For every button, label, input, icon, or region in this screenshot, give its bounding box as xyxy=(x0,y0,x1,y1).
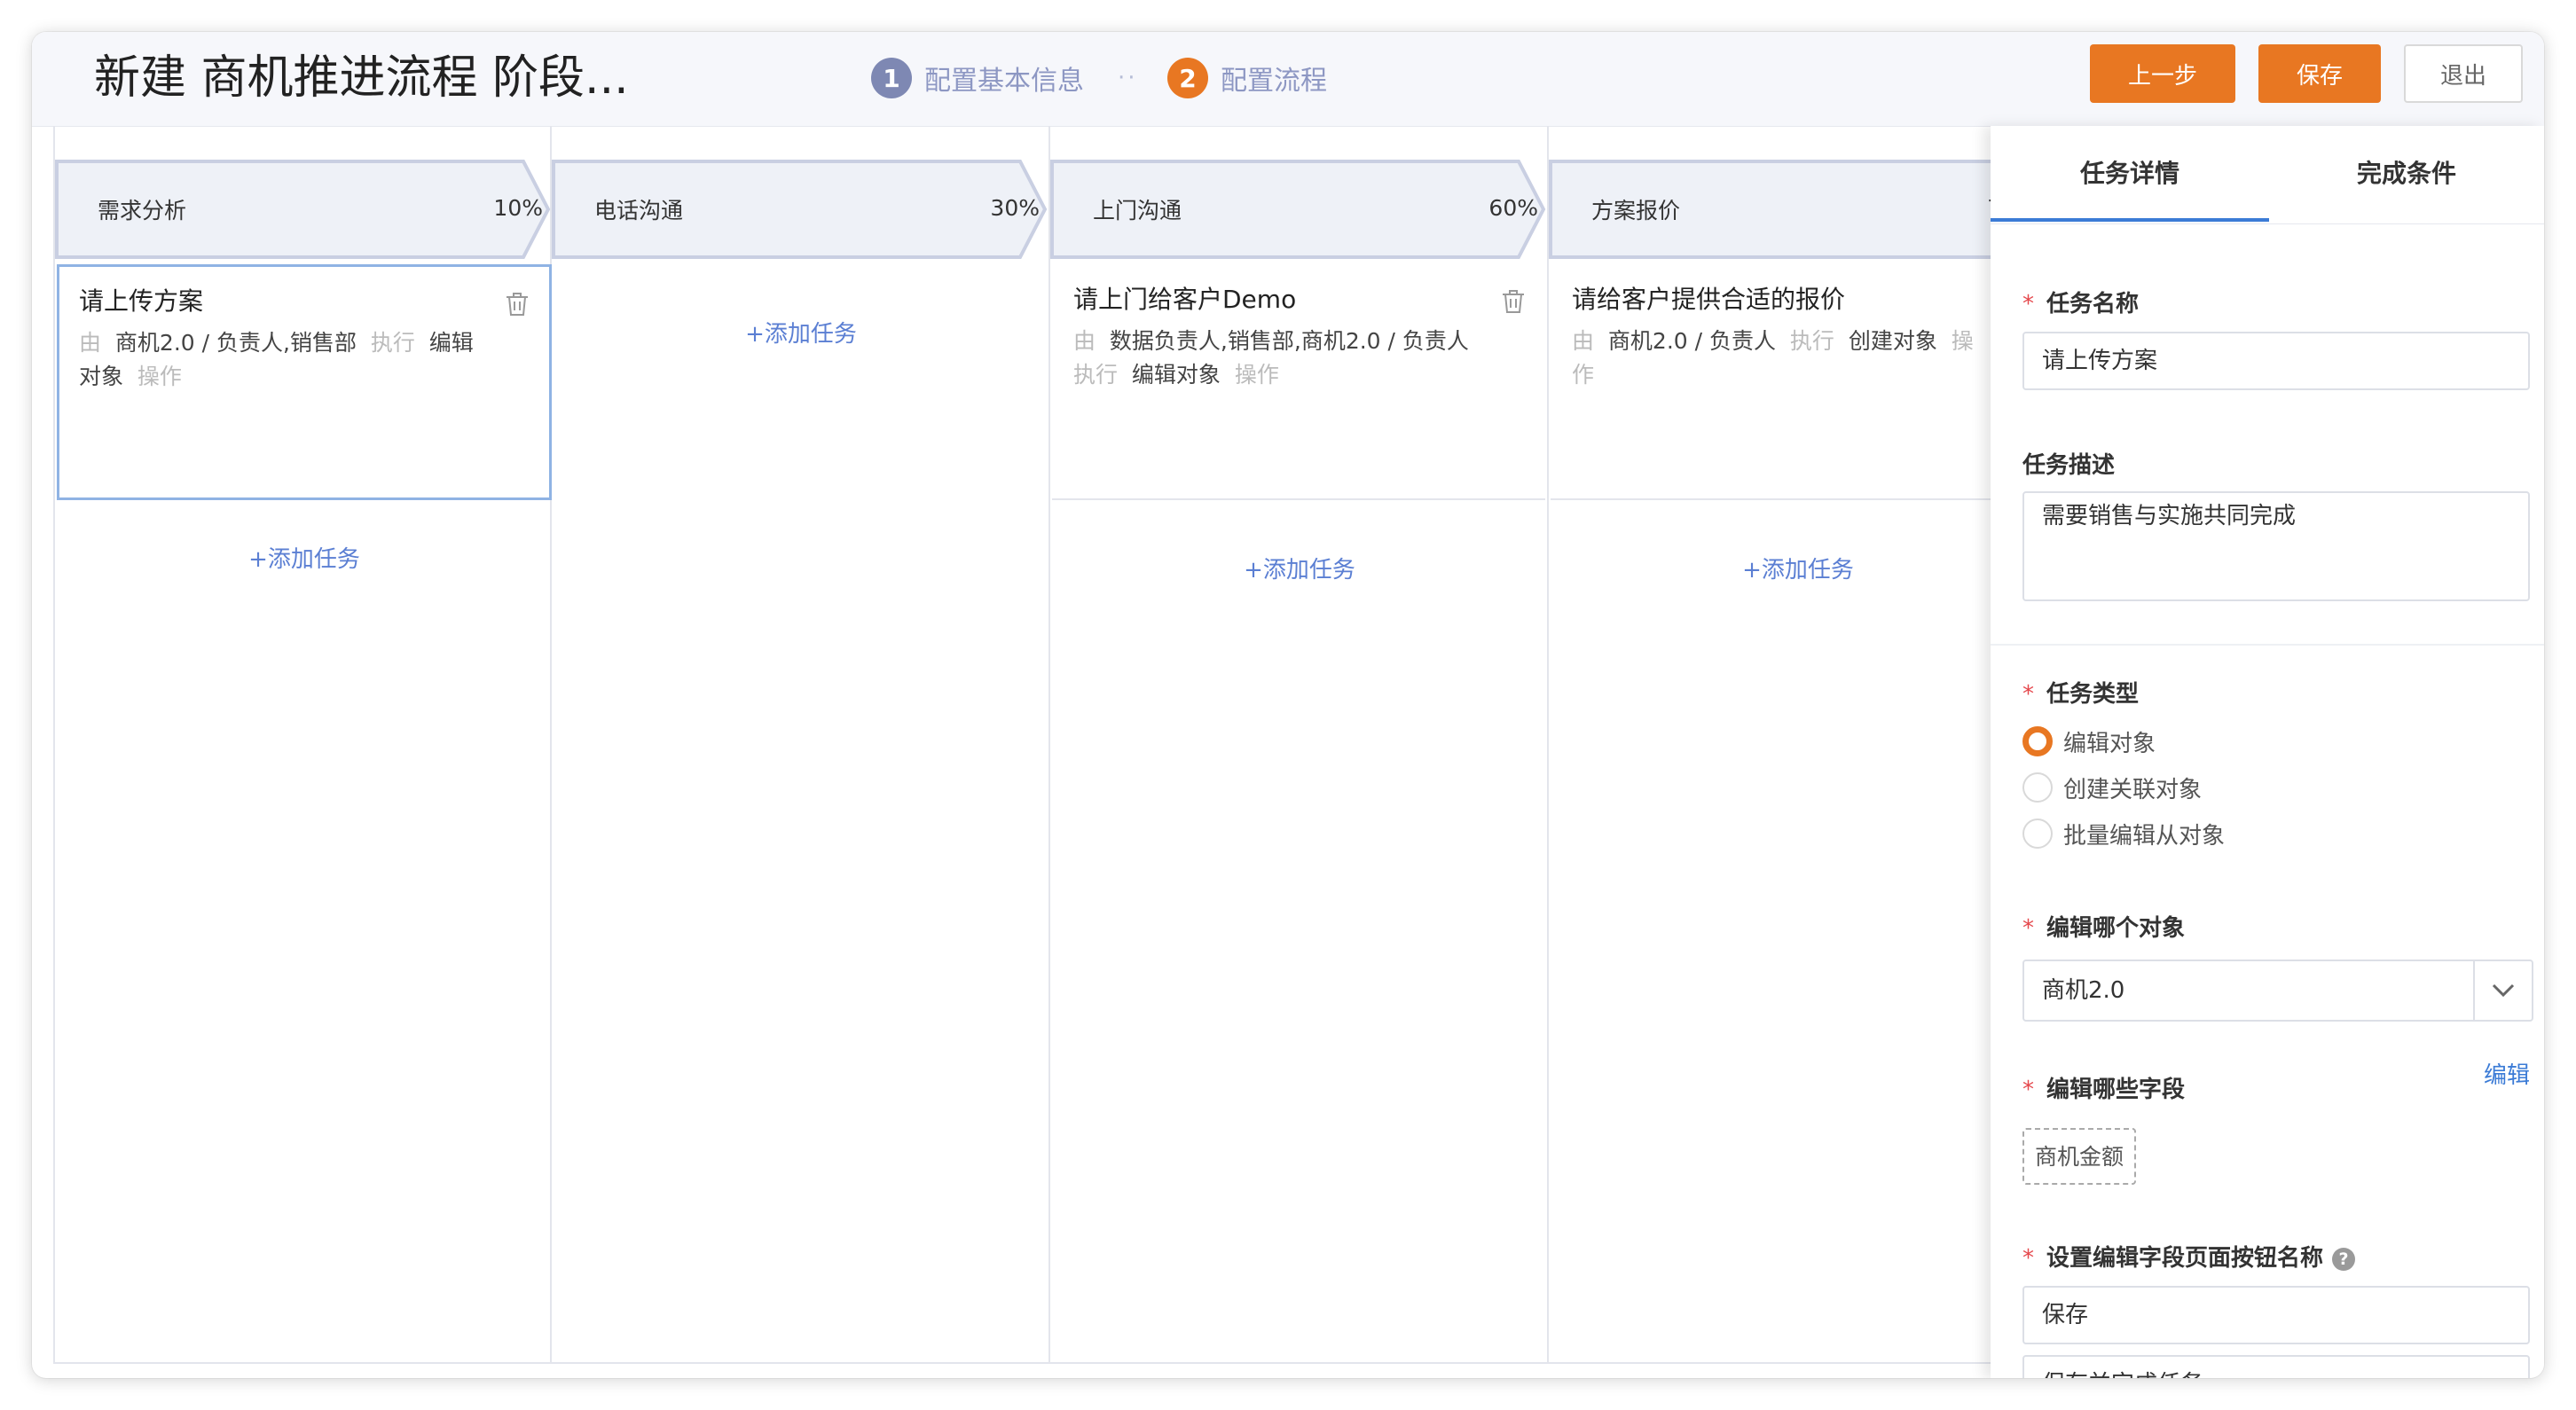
stage-header[interactable]: 需求分析 10% xyxy=(55,160,569,259)
step-number-badge: 1 xyxy=(871,58,912,98)
step-separator: ·· xyxy=(1118,65,1138,91)
stage-name: 方案报价 xyxy=(1591,198,1681,223)
stage-name: 需求分析 xyxy=(98,198,187,223)
task-name-label: * 任务名称 xyxy=(2022,286,2139,318)
exit-button[interactable]: 退出 xyxy=(2404,44,2523,103)
field-tag[interactable]: 商机金额 xyxy=(2022,1128,2137,1185)
task-meta: 由 商机2.0 / 负责人 执行 创建对象 操作 xyxy=(1572,325,1987,392)
stage-header[interactable]: 方案报价 70% xyxy=(1549,160,2063,259)
select-value: 商机2.0 xyxy=(2042,977,2125,1004)
add-task-button[interactable]: +添加任务 xyxy=(552,316,1050,349)
radio-edit-object[interactable]: 编辑对象 xyxy=(2022,724,2156,759)
button-names-label: * 设置编辑字段页面按钮名称? xyxy=(2022,1240,2356,1273)
edit-fields-label: * 编辑哪些字段 xyxy=(2022,1071,2185,1104)
task-assignees: 商机2.0 / 负责人 xyxy=(1607,328,1776,354)
task-meta: 由 数据负责人,销售部,商机2.0 / 负责人 执行 编辑对象 操作 xyxy=(1073,325,1488,392)
stage-percent: 60% xyxy=(1488,195,1538,221)
step-config-flow[interactable]: 2 配置流程 xyxy=(1167,53,1327,103)
stage-board: 需求分析 10% 请上传方案 由 商机2.0 / 负责人,销售部 执行 编辑对象… xyxy=(53,126,2045,1364)
radio-label: 批量编辑从对象 xyxy=(2063,822,2226,850)
stage-percent: 10% xyxy=(493,195,543,221)
task-title: 请给客户提供合适的报价 xyxy=(1572,285,1846,314)
header-bar: 新建 商机推进流程 阶段... 1 配置基本信息 ·· 2 配置流程 上一步 保… xyxy=(32,32,2544,127)
required-mark: * xyxy=(2022,1077,2034,1103)
by-label: 由 xyxy=(1073,328,1096,354)
required-mark: * xyxy=(2022,1245,2034,1272)
by-label: 由 xyxy=(1572,328,1595,354)
task-title: 请上传方案 xyxy=(79,286,204,316)
add-task-button[interactable]: +添加任务 xyxy=(1050,552,1549,584)
required-mark: * xyxy=(2022,681,2034,708)
op-label: 操作 xyxy=(1234,362,1279,388)
label-text: 任务类型 xyxy=(2046,681,2140,708)
task-type-label: * 任务类型 xyxy=(2022,676,2139,709)
required-mark: * xyxy=(2022,915,2034,942)
radio-checked-icon xyxy=(2022,726,2053,756)
by-label: 由 xyxy=(79,330,102,356)
stage-header[interactable]: 电话沟通 30% xyxy=(552,160,1066,259)
task-meta: 由 商机2.0 / 负责人,销售部 执行 编辑对象 操作 xyxy=(79,326,494,394)
button-name-input-save-complete[interactable]: 保存并完成任务 xyxy=(2022,1355,2530,1378)
task-action: 编辑对象 xyxy=(1131,362,1221,388)
stage-name: 电话沟通 xyxy=(594,198,684,223)
task-desc-textarea[interactable]: 需要销售与实施共同完成 xyxy=(2022,491,2530,601)
board-bottom-border xyxy=(53,1362,2022,1364)
task-card[interactable]: 请上传方案 由 商机2.0 / 负责人,销售部 执行 编辑对象 操作 xyxy=(57,264,552,500)
section-divider xyxy=(1991,644,2544,646)
task-detail-panel: 任务详情 完成条件 * 任务名称 请上传方案 任务描述 需要销售与实施共同完成 *… xyxy=(1991,126,2544,1378)
label-text: 任务名称 xyxy=(2046,291,2140,317)
radio-create-related-object[interactable]: 创建关联对象 xyxy=(2022,770,2202,805)
help-icon[interactable]: ? xyxy=(2332,1247,2356,1271)
task-assignees: 数据负责人,销售部,商机2.0 / 负责人 xyxy=(1109,328,1469,354)
button-name-input-save[interactable]: 保存 xyxy=(2022,1286,2530,1344)
task-action: 创建对象 xyxy=(1848,328,1937,354)
stage-percent: 30% xyxy=(990,195,1040,221)
stage-name: 上门沟通 xyxy=(1093,198,1182,223)
radio-label: 创建关联对象 xyxy=(2063,776,2203,803)
stage-column: 电话沟通 30% +添加任务 xyxy=(552,126,1050,1364)
exec-label: 执行 xyxy=(1789,328,1834,354)
task-card[interactable]: 请给客户提供合适的报价 由 商机2.0 / 负责人 执行 创建对象 操作 xyxy=(1551,264,2024,500)
page-title: 新建 商机推进流程 阶段... xyxy=(94,51,629,105)
trash-icon[interactable] xyxy=(1499,287,1528,316)
edit-object-label: * 编辑哪个对象 xyxy=(2022,910,2185,943)
add-task-button[interactable]: +添加任务 xyxy=(1549,552,2047,584)
stage-column: 上门沟通 60% 请上门给客户Demo 由 数据负责人,销售部,商机2.0 / … xyxy=(1050,126,1549,1364)
stage-column: 方案报价 70% 请给客户提供合适的报价 由 商机2.0 / 负责人 执行 创建… xyxy=(1549,126,2045,1364)
save-button[interactable]: 保存 xyxy=(2258,44,2381,103)
radio-batch-edit-sub-object[interactable]: 批量编辑从对象 xyxy=(2022,816,2225,851)
stage-column: 需求分析 10% 请上传方案 由 商机2.0 / 负责人,销售部 执行 编辑对象… xyxy=(53,126,552,1364)
tab-completion-conditions[interactable]: 完成条件 xyxy=(2269,126,2544,222)
task-title: 请上门给客户Demo xyxy=(1073,285,1297,314)
radio-unchecked-icon xyxy=(2022,819,2053,849)
step-basic-info[interactable]: 1 配置基本信息 xyxy=(871,53,1084,103)
task-desc-label: 任务描述 xyxy=(2022,452,2116,479)
task-card[interactable]: 请上门给客户Demo 由 数据负责人,销售部,商机2.0 / 负责人 执行 编辑… xyxy=(1052,264,1545,500)
active-tab-indicator xyxy=(1991,218,2269,222)
edit-fields-link[interactable]: 编辑 xyxy=(2484,1057,2530,1090)
required-mark: * xyxy=(2022,291,2034,317)
panel-tabs: 任务详情 完成条件 xyxy=(1991,126,2544,224)
label-text: 编辑哪些字段 xyxy=(2046,1077,2186,1103)
tab-task-detail[interactable]: 任务详情 xyxy=(1991,126,2269,222)
label-text: 编辑哪个对象 xyxy=(2046,915,2186,942)
step-number-badge: 2 xyxy=(1167,58,1208,98)
task-assignees: 商机2.0 / 负责人,销售部 xyxy=(114,330,357,356)
radio-unchecked-icon xyxy=(2022,772,2053,803)
radio-label: 编辑对象 xyxy=(2063,730,2156,757)
chevron-down-icon[interactable] xyxy=(2473,961,2532,1020)
exec-label: 执行 xyxy=(1073,362,1119,388)
add-task-button[interactable]: +添加任务 xyxy=(55,541,554,574)
label-text: 设置编辑字段页面按钮名称 xyxy=(2046,1245,2324,1272)
op-label: 操作 xyxy=(137,364,182,389)
step-label: 配置流程 xyxy=(1221,66,1327,97)
stage-header[interactable]: 上门沟通 60% xyxy=(1050,160,1565,259)
edit-object-select[interactable]: 商机2.0 xyxy=(2022,960,2533,1022)
exec-label: 执行 xyxy=(370,330,415,356)
prev-step-button[interactable]: 上一步 xyxy=(2090,44,2235,103)
step-label: 配置基本信息 xyxy=(924,66,1084,97)
app-window: 新建 商机推进流程 阶段... 1 配置基本信息 ·· 2 配置流程 上一步 保… xyxy=(32,32,2544,1378)
trash-icon[interactable] xyxy=(503,290,531,318)
task-name-input[interactable]: 请上传方案 xyxy=(2022,332,2530,390)
